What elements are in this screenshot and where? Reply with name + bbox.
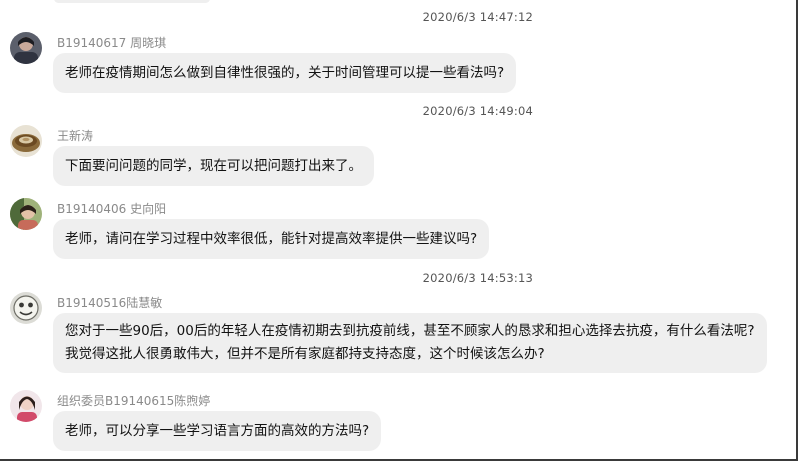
sender-name: 王新涛 — [57, 129, 94, 143]
user-avatar[interactable] — [10, 125, 42, 157]
sender-name: B19140617 周晓琪 — [57, 36, 167, 50]
chat-message-list: 2020/6/3 14:47:12 B19140617 周晓琪 老师在疫情期间怎… — [0, 0, 798, 461]
sender-name: 组织委员B19140615陈煦婷 — [57, 394, 211, 408]
message-bubble[interactable]: 您对于一些90后，00后的年轻人在疫情初期去到抗疫前线，甚至不顾家人的恳求和担心… — [53, 313, 767, 373]
message-timestamp: 2020/6/3 14:49:04 — [422, 104, 533, 118]
message-bubble[interactable]: 老师在疫情期间怎么做到自律性很强的，关于时间管理可以提一些看法吗? — [53, 53, 517, 93]
message-bubble[interactable]: 老师，请问在学习过程中效率很低，能针对提高效率提供一些建议吗? — [53, 219, 490, 259]
user-avatar[interactable] — [10, 198, 42, 230]
message-text: 下面要问问题的同学，现在可以把问题打出来了。 — [65, 158, 362, 174]
message-bubble[interactable]: 下面要问问题的同学，现在可以把问题打出来了。 — [53, 146, 374, 186]
message-text-line: 您对于一些90后，00后的年轻人在疫情初期去到抗疫前线，甚至不顾家人的恳求和担心… — [65, 323, 755, 339]
message-timestamp: 2020/6/3 14:53:13 — [422, 271, 533, 285]
previous-message-bubble-edge — [54, 0, 210, 3]
user-avatar[interactable] — [10, 32, 42, 64]
message-text: 老师，可以分享一些学习语言方面的高效的方法吗? — [65, 423, 370, 439]
message-text: 老师在疫情期间怎么做到自律性很强的，关于时间管理可以提一些看法吗? — [65, 65, 505, 81]
message-bubble[interactable]: 老师，可以分享一些学习语言方面的高效的方法吗? — [53, 411, 382, 451]
sender-name: B19140406 史向阳 — [57, 202, 167, 216]
user-avatar[interactable] — [10, 390, 42, 422]
message-text-line: 我觉得这批人很勇敢伟大，但并不是所有家庭都持支持态度，这个时候该怎么办? — [65, 346, 545, 362]
message-timestamp: 2020/6/3 14:47:12 — [422, 10, 533, 24]
message-text: 老师，请问在学习过程中效率很低，能针对提高效率提供一些建议吗? — [65, 231, 478, 247]
sender-name: B19140516陆慧敏 — [57, 296, 163, 310]
user-avatar[interactable] — [10, 292, 42, 324]
